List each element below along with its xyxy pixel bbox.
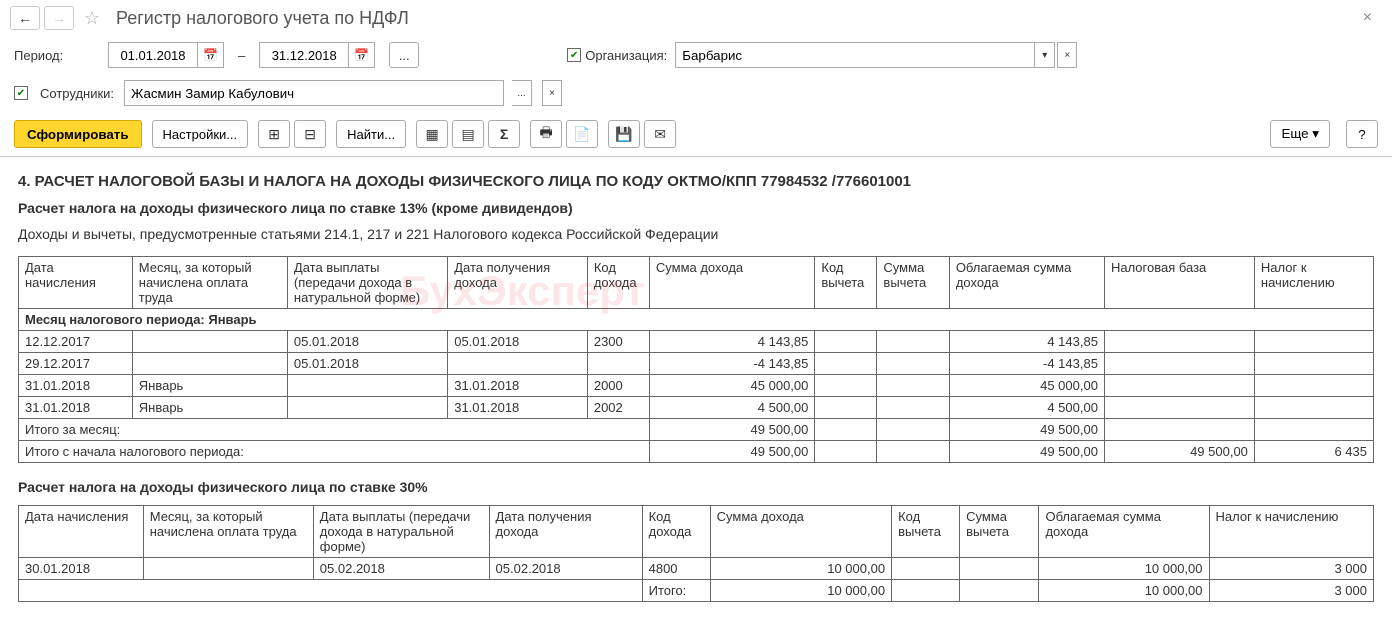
col-header: Сумма дохода <box>649 257 814 309</box>
col-header: Месяц, за который начислена оплата труда <box>143 506 313 558</box>
favorite-star-icon[interactable]: ☆ <box>78 6 106 30</box>
col-header: Месяц, за который начислена оплата труда <box>132 257 287 309</box>
col-header: Сумма вычета <box>960 506 1039 558</box>
subtitle-30: Расчет налога на доходы физического лица… <box>18 479 1374 495</box>
col-header: Сумма дохода <box>710 506 891 558</box>
org-input[interactable] <box>675 42 1035 68</box>
emp-label: Сотрудники: <box>40 86 116 101</box>
col-header: Код дохода <box>642 506 710 558</box>
settings-button[interactable]: Настройки... <box>152 120 249 148</box>
col-header: Дата получения дохода <box>489 506 642 558</box>
col-header: Налог к начислению <box>1254 257 1373 309</box>
report-area: БухЭксперт 4. РАСЧЕТ НАЛОГОВОЙ БАЗЫ И НА… <box>0 156 1392 616</box>
generate-button[interactable]: Сформировать <box>14 120 142 148</box>
col-header: Дата начисления <box>19 506 144 558</box>
date-from-input[interactable] <box>108 42 198 68</box>
col-header: Код дохода <box>587 257 649 309</box>
emp-options-icon[interactable]: ... <box>512 80 532 106</box>
total-month-row: Итого за месяц:49 500,0049 500,00 <box>19 419 1374 441</box>
col-header: Облагаемая сумма дохода <box>1039 506 1209 558</box>
table-row: 31.01.2018Январь31.01.2018200045 000,004… <box>19 375 1374 397</box>
table-30: Дата начисления Месяц, за который начисл… <box>18 505 1374 602</box>
total-period-row: Итого с начала налогового периода:49 500… <box>19 441 1374 463</box>
org-clear-icon[interactable]: × <box>1057 42 1077 68</box>
emp-clear-icon[interactable]: × <box>542 80 562 106</box>
table-header-row: Дата начисления Месяц, за который начисл… <box>19 506 1374 558</box>
col-header: Код вычета <box>892 506 960 558</box>
find-button[interactable]: Найти... <box>336 120 406 148</box>
col-header: Налог к начислению <box>1209 506 1373 558</box>
subtitle-13: Расчет налога на доходы физического лица… <box>18 200 1374 216</box>
page-title: Регистр налогового учета по НДФЛ <box>116 8 1349 29</box>
print-icon[interactable]: 🖶 <box>530 120 562 148</box>
col-header: Дата начисления <box>19 257 133 309</box>
help-button[interactable]: ? <box>1346 120 1378 148</box>
forward-button[interactable]: → <box>44 6 74 30</box>
col-header: Сумма вычета <box>877 257 949 309</box>
back-button[interactable]: ← <box>10 6 40 30</box>
save-icon[interactable]: 💾 <box>608 120 640 148</box>
more-button[interactable]: Еще ▾ <box>1270 120 1330 148</box>
calendar-from-icon[interactable]: 📅 <box>198 42 224 68</box>
emp-checkbox[interactable]: ✔ <box>14 86 28 100</box>
sigma-icon[interactable]: Σ <box>488 120 520 148</box>
expand-tree-icon[interactable]: ⊞ <box>258 120 290 148</box>
section-4-title: 4. РАСЧЕТ НАЛОГОВОЙ БАЗЫ И НАЛОГА НА ДОХ… <box>18 173 1374 190</box>
period-options-button[interactable]: ... <box>389 42 419 68</box>
col-header: Дата выплаты (передачи дохода в натураль… <box>287 257 447 309</box>
print-dropdown-icon[interactable]: 📄 <box>566 120 598 148</box>
col-header: Налоговая база <box>1104 257 1254 309</box>
date-to-input[interactable] <box>259 42 349 68</box>
month-row: Месяц налогового периода: Январь <box>19 309 1374 331</box>
group2-icon[interactable]: ▤ <box>452 120 484 148</box>
dash: – <box>238 48 245 63</box>
org-dropdown-icon[interactable]: ▾ <box>1035 42 1055 68</box>
close-icon[interactable]: × <box>1353 9 1382 27</box>
col-header: Код вычета <box>815 257 877 309</box>
group1-icon[interactable]: ▦ <box>416 120 448 148</box>
table-row: 30.01.201805.02.201805.02.2018480010 000… <box>19 558 1374 580</box>
table-row: 31.01.2018Январь31.01.201820024 500,004 … <box>19 397 1374 419</box>
col-header: Дата выплаты (передачи дохода в натураль… <box>313 506 489 558</box>
col-header: Облагаемая сумма дохода <box>949 257 1104 309</box>
table-row: 12.12.201705.01.201805.01.201823004 143,… <box>19 331 1374 353</box>
note-13: Доходы и вычеты, предусмотренные статьям… <box>18 226 1374 242</box>
emp-input[interactable] <box>124 80 504 106</box>
table-header-row: Дата начисления Месяц, за который начисл… <box>19 257 1374 309</box>
collapse-tree-icon[interactable]: ⊟ <box>294 120 326 148</box>
table-row: 29.12.201705.01.2018-4 143,85-4 143,85 <box>19 353 1374 375</box>
calendar-to-icon[interactable]: 📅 <box>349 42 375 68</box>
org-label: Организация: <box>585 48 667 63</box>
period-label: Период: <box>14 48 100 63</box>
total-30-row: Итого:10 000,0010 000,003 000 <box>19 580 1374 602</box>
org-checkbox[interactable]: ✔ <box>567 48 581 62</box>
col-header: Дата получения дохода <box>448 257 588 309</box>
table-13: Дата начисления Месяц, за который начисл… <box>18 256 1374 463</box>
email-icon[interactable]: ✉ <box>644 120 676 148</box>
